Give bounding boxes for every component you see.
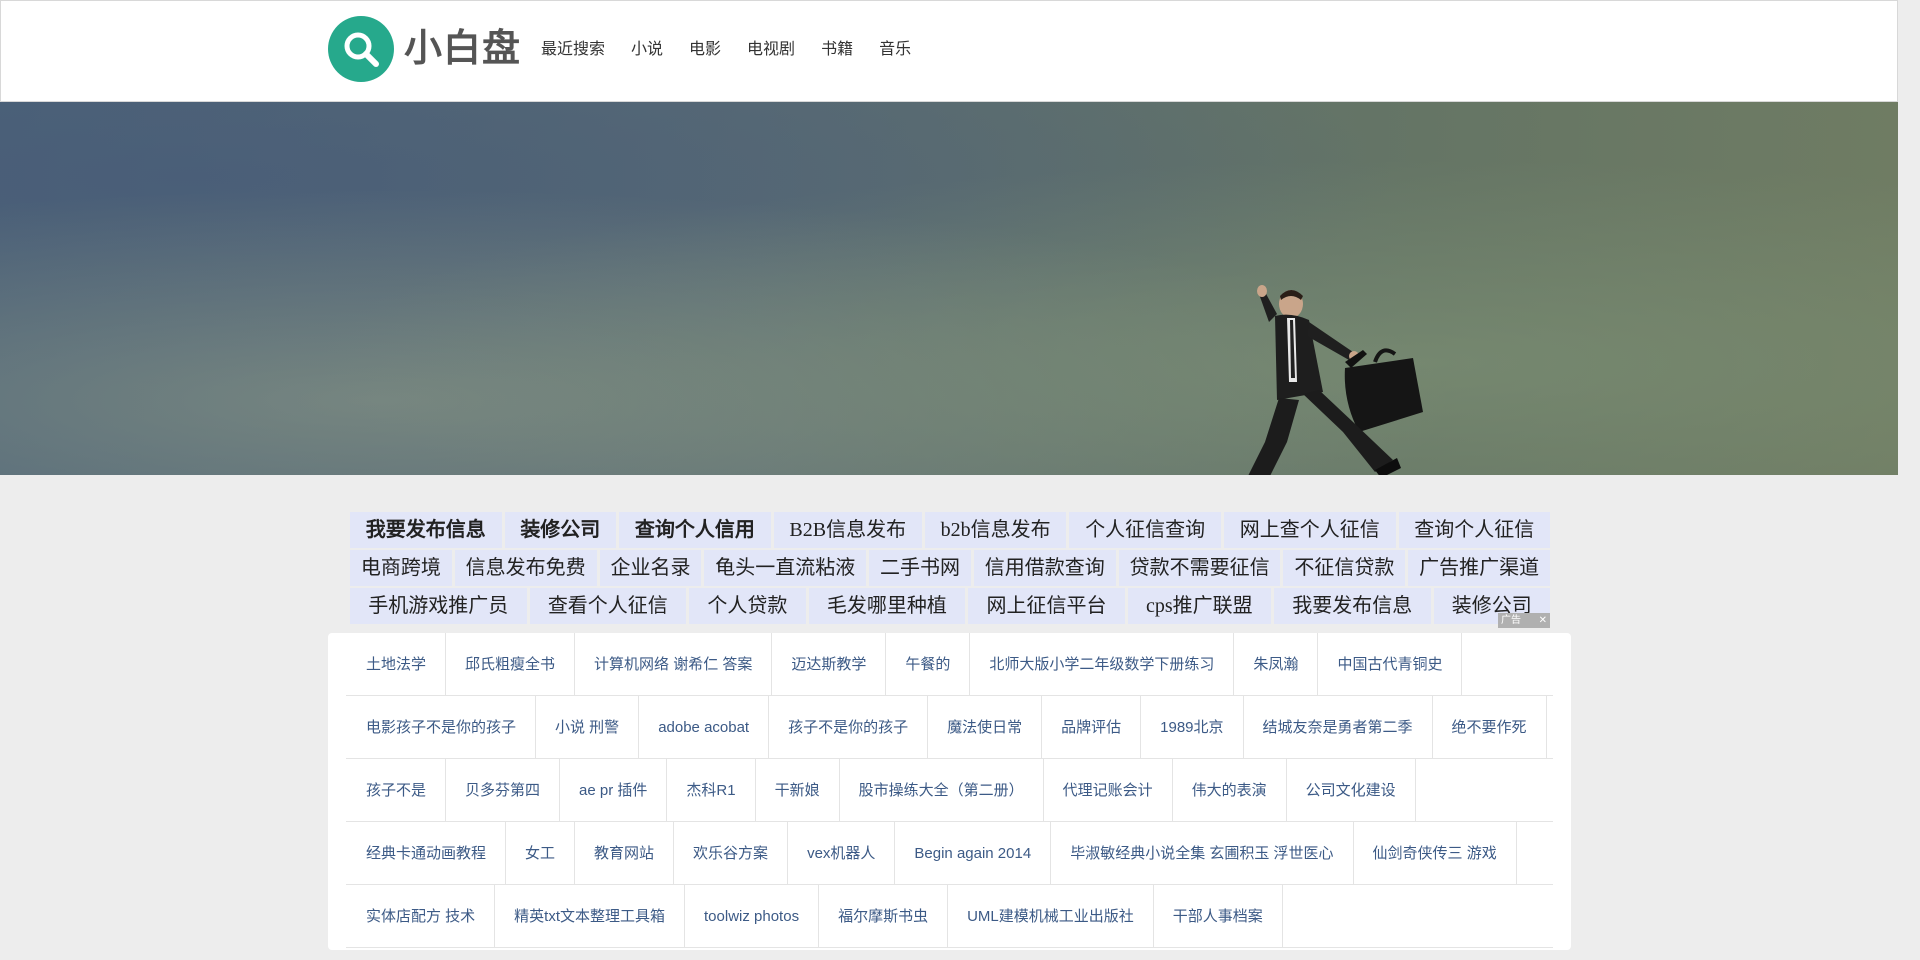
- ad-keyword-link[interactable]: B2B信息发布: [773, 512, 922, 548]
- search-tag-link[interactable]: 电影孩子不是你的孩子: [346, 696, 537, 759]
- ad-keyword-link[interactable]: 个人贷款: [689, 588, 806, 624]
- search-tag-link[interactable]: 孩子不是: [346, 759, 447, 822]
- nav-item-movie[interactable]: 电影: [689, 39, 721, 61]
- nav-item-recent-search[interactable]: 最近搜索: [541, 39, 605, 61]
- ad-keyword-link[interactable]: b2b信息发布: [924, 512, 1067, 548]
- ad-keyword-link[interactable]: 企业名录: [599, 550, 702, 586]
- search-tag-link[interactable]: 结城友奈是勇者第二季: [1244, 696, 1433, 759]
- search-tag-link[interactable]: 公司文化建设: [1287, 759, 1416, 822]
- site-header: 小白盘 最近搜索 小说 电影 电视剧 书籍 音乐: [0, 0, 1898, 102]
- running-businessman-image: [1248, 285, 1423, 475]
- main-nav: 最近搜索 小说 电影 电视剧 书籍 音乐: [541, 39, 937, 61]
- search-tag-link[interactable]: 迈达斯教学: [772, 633, 887, 696]
- ad-keyword-link[interactable]: 查看个人征信: [529, 588, 687, 624]
- ad-keyword-row: 电商跨境 信息发布免费 企业名录 龟头一直流粘液 二手书网 信用借款查询 贷款不需要征信 不征…: [350, 550, 1551, 586]
- search-tag-link[interactable]: 代理记账会计: [1044, 759, 1173, 822]
- search-tag-link[interactable]: 贝多芬第四: [446, 759, 561, 822]
- ad-keyword-link[interactable]: 个人征信查询: [1069, 512, 1221, 548]
- tag-row: 电影孩子不是你的孩子 小说 刑警 adobe acobat 孩子不是你的孩子 魔法使日常…: [346, 696, 1553, 759]
- search-tag-link[interactable]: 中国古代青铜史: [1318, 633, 1463, 696]
- search-tag-link[interactable]: 伟大的表演: [1173, 759, 1287, 822]
- nav-item-books[interactable]: 书籍: [821, 39, 853, 61]
- search-tag-link[interactable]: 1989北京: [1141, 696, 1244, 759]
- search-tag-link[interactable]: toolwiz photos: [685, 885, 820, 948]
- search-tag-link[interactable]: 朱凤瀚: [1234, 633, 1319, 696]
- ad-keyword-link[interactable]: 不征信贷款: [1283, 550, 1406, 586]
- nav-item-music[interactable]: 音乐: [879, 39, 911, 61]
- search-icon[interactable]: [328, 16, 394, 82]
- ad-keyword-link[interactable]: 贷款不需要征信: [1118, 550, 1281, 586]
- search-tag-link[interactable]: 品牌评估: [1042, 696, 1142, 759]
- search-tag-link[interactable]: 经典卡通动画教程: [346, 822, 507, 885]
- search-tag-link[interactable]: 实体店配方 技术: [346, 885, 496, 948]
- ad-keyword-row: 我要发布信息 装修公司 查询个人信用 B2B信息发布 b2b信息发布 个人征信查询 网上查个…: [350, 512, 1551, 548]
- ad-keyword-link[interactable]: 我要发布信息: [350, 512, 502, 548]
- ad-keyword-link[interactable]: 手机游戏推广员: [350, 588, 527, 624]
- search-tag-link[interactable]: 精英txt文本整理工具箱: [495, 885, 686, 948]
- tag-row: 土地法学 邱氏粗瘦全书 计算机网络 谢希仁 答案 迈达斯教学 午餐的 北师大版小学二年级数…: [346, 633, 1553, 696]
- search-tag-link[interactable]: 午餐的: [886, 633, 971, 696]
- search-tag-link[interactable]: 孩子不是你的孩子: [769, 696, 929, 759]
- search-tag-link[interactable]: 小说 刑警: [536, 696, 640, 759]
- ad-keyword-link[interactable]: 我要发布信息: [1273, 588, 1431, 624]
- search-tag-link[interactable]: vex机器人: [788, 822, 896, 885]
- ad-keyword-row: 手机游戏推广员 查看个人征信 个人贷款 毛发哪里种植 网上征信平台 cps推广联盟 我要发布…: [350, 588, 1551, 624]
- search-tag-link[interactable]: 土地法学: [346, 633, 447, 696]
- ad-keyword-link[interactable]: 信息发布免费: [454, 550, 597, 586]
- search-tag-link[interactable]: 教育网站: [575, 822, 675, 885]
- search-tag-link[interactable]: 欢乐谷方案: [674, 822, 789, 885]
- ad-keyword-link[interactable]: 电商跨境: [350, 550, 452, 586]
- ad-keyword-link[interactable]: 信用借款查询: [973, 550, 1116, 586]
- hot-search-tags-card: 土地法学 邱氏粗瘦全书 计算机网络 谢希仁 答案 迈达斯教学 午餐的 北师大版小学二年级数…: [328, 633, 1571, 950]
- search-tag-link[interactable]: 毕淑敏经典小说全集 玄圃积玉 浮世医心: [1051, 822, 1354, 885]
- ad-keyword-link[interactable]: 查询个人征信: [1398, 512, 1551, 548]
- ad-badge-label: 广告: [1501, 615, 1521, 626]
- close-icon[interactable]: ✕: [1539, 613, 1547, 628]
- search-tag-link[interactable]: Begin again 2014: [895, 822, 1052, 885]
- ad-keyword-link[interactable]: 网上查个人征信: [1223, 512, 1396, 548]
- tag-row: 孩子不是 贝多芬第四 ae pr 插件 杰科R1 干新娘 股市操练大全（第二册） 代理记账会…: [346, 759, 1553, 822]
- nav-item-tv-series[interactable]: 电视剧: [747, 39, 795, 61]
- site-logo-text[interactable]: 小白盘: [404, 27, 521, 71]
- search-tag-link[interactable]: 邱氏粗瘦全书: [446, 633, 576, 696]
- ad-keyword-link[interactable]: 装修公司: [504, 512, 617, 548]
- search-tag-link[interactable]: adobe acobat: [639, 696, 770, 759]
- nav-item-novel[interactable]: 小说: [631, 39, 663, 61]
- ad-keyword-link[interactable]: 二手书网: [869, 550, 971, 586]
- search-tag-link[interactable]: 女工: [506, 822, 576, 885]
- hero-banner: [0, 102, 1898, 475]
- tag-row: 经典卡通动画教程 女工 教育网站 欢乐谷方案 vex机器人 Begin again 201…: [346, 822, 1553, 885]
- search-tag-link[interactable]: ae pr 插件: [560, 759, 668, 822]
- search-tag-link[interactable]: 魔法使日常: [928, 696, 1043, 759]
- search-tag-link[interactable]: 干新娘: [756, 759, 840, 822]
- search-tag-link[interactable]: 计算机网络 谢希仁 答案: [575, 633, 773, 696]
- ad-badge: 广告 ✕: [1498, 613, 1550, 628]
- search-tag-link[interactable]: 杰科R1: [667, 759, 756, 822]
- ad-keyword-link[interactable]: 广告推广渠道: [1408, 550, 1551, 586]
- ad-keyword-link[interactable]: cps推广联盟: [1127, 588, 1271, 624]
- ad-keyword-link[interactable]: 毛发哪里种植: [808, 588, 966, 624]
- ad-keyword-link[interactable]: 查询个人信用: [619, 512, 771, 548]
- ad-keyword-link[interactable]: 龟头一直流粘液: [704, 550, 867, 586]
- search-tag-link[interactable]: 福尔摩斯书虫: [819, 885, 949, 948]
- search-tag-link[interactable]: 仙剑奇侠传三 游戏: [1354, 822, 1517, 885]
- search-tag-link[interactable]: UML建模机械工业出版社: [948, 885, 1154, 948]
- search-tag-link[interactable]: 北师大版小学二年级数学下册练习: [970, 633, 1235, 696]
- ad-keyword-block: 我要发布信息 装修公司 查询个人信用 B2B信息发布 b2b信息发布 个人征信查询 网上查个…: [350, 512, 1551, 628]
- tag-row: 实体店配方 技术 精英txt文本整理工具箱 toolwiz photos 福尔摩斯书虫…: [346, 885, 1553, 948]
- search-tag-link[interactable]: 股市操练大全（第二册）: [840, 759, 1044, 822]
- search-tag-link[interactable]: 绝不要作死: [1433, 696, 1547, 759]
- ad-keyword-link[interactable]: 网上征信平台: [968, 588, 1125, 624]
- search-tag-link[interactable]: 干部人事档案: [1154, 885, 1283, 948]
